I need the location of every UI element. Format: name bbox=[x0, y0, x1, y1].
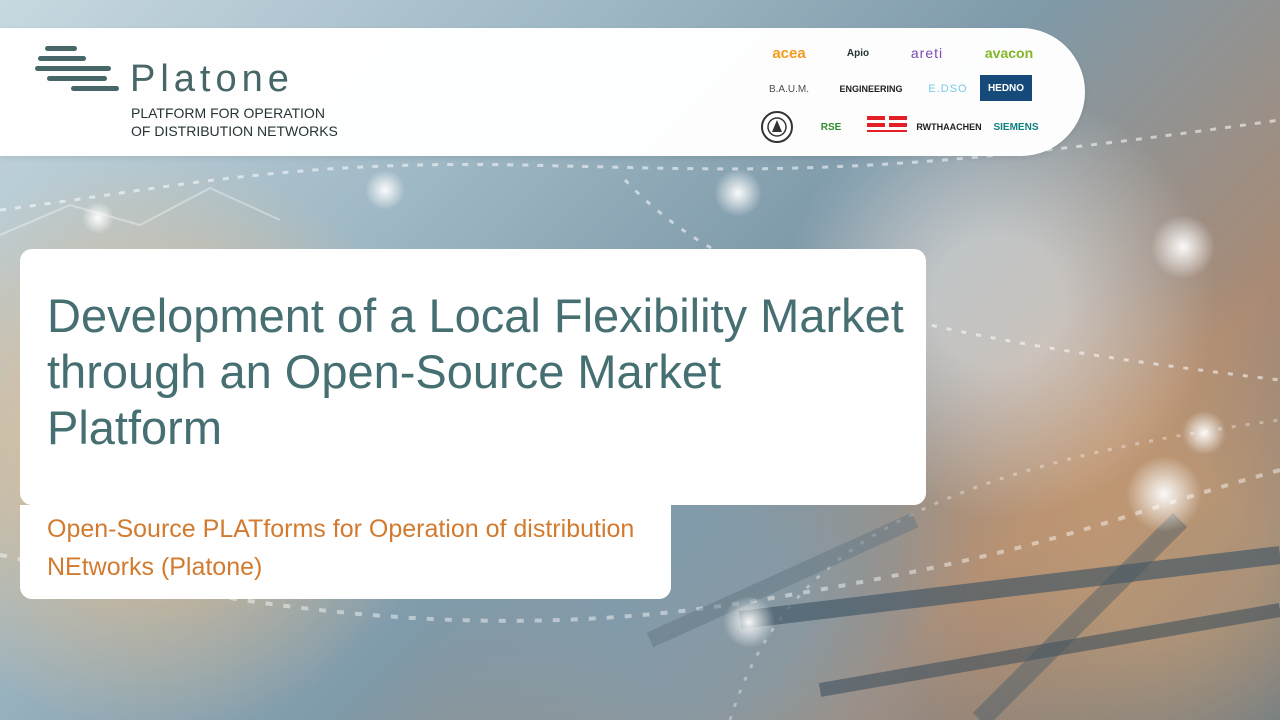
slide-title: Development of a Local Flexibility Marke… bbox=[47, 289, 904, 454]
red-stripes-icon bbox=[867, 116, 907, 132]
areti-logo: areti bbox=[910, 45, 944, 61]
brand-name: Platone bbox=[130, 58, 294, 100]
partner-logo-grid: acea Apio areti avacon B.A.U.M. ENGINEER… bbox=[755, 38, 1055, 148]
brand-subtitle-line-1: PLATFORM FOR OPERATION bbox=[131, 105, 325, 121]
rwth-aachen-logo: RWTHAACHEN bbox=[916, 122, 982, 132]
brand-subtitle-line-2: OF DISTRIBUTION NETWORKS bbox=[131, 123, 338, 139]
red-stripes-logo bbox=[867, 114, 911, 134]
rse-logo: RSE bbox=[820, 121, 842, 133]
avacon-logo: avacon bbox=[984, 45, 1034, 61]
baum-logo: B.A.U.M. bbox=[768, 83, 809, 95]
siemens-logo: SIEMENS bbox=[993, 121, 1039, 133]
university-seal-logo bbox=[760, 110, 794, 144]
brand-subtitle: PLATFORM FOR OPERATION OF DISTRIBUTION N… bbox=[131, 104, 361, 140]
presentation-slide: Platone PLATFORM FOR OPERATION OF DISTRI… bbox=[0, 0, 1280, 720]
platone-brand: Platone PLATFORM FOR OPERATION OF DISTRI… bbox=[35, 42, 355, 142]
hedno-logo: HEDNO bbox=[980, 75, 1032, 101]
slide-subtitle: Open-Source PLATforms for Operation of d… bbox=[47, 515, 635, 581]
university-seal-icon bbox=[761, 111, 793, 143]
edso-logo: E.DSO bbox=[928, 83, 968, 95]
acea-logo: acea bbox=[772, 44, 806, 62]
engineering-logo: ENGINEERING bbox=[839, 84, 903, 94]
apio-logo: Apio bbox=[846, 47, 870, 59]
platone-logo-mark bbox=[35, 46, 119, 91]
